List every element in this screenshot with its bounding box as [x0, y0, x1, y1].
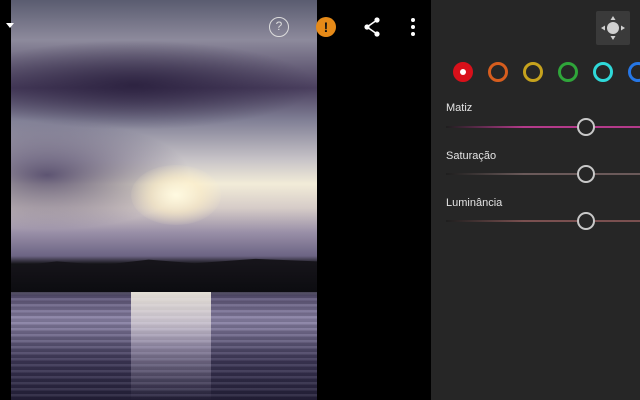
hue-slider-thumb[interactable] [576, 118, 595, 136]
sun-glow [131, 165, 221, 225]
hue-slider-track[interactable] [446, 126, 640, 128]
more-vert-icon [411, 18, 415, 36]
swatch-orange[interactable] [488, 62, 508, 82]
menu-caret-icon[interactable] [6, 23, 14, 28]
luminance-slider-thumb[interactable] [576, 212, 595, 230]
luminance-label: Luminância [446, 197, 503, 209]
share-button[interactable] [360, 15, 384, 39]
tree-horizon [11, 258, 317, 292]
luminance-slider-track[interactable] [446, 220, 640, 222]
target-adjust-icon [601, 16, 625, 40]
sunset-lake-photo[interactable] [11, 0, 317, 400]
swatch-yellow[interactable] [523, 62, 543, 82]
swatch-red[interactable] [453, 62, 473, 82]
help-icon: ? [269, 17, 289, 37]
share-icon [364, 17, 380, 37]
swatch-green[interactable] [558, 62, 578, 82]
saturation-label: Saturação [446, 150, 497, 162]
warning-button[interactable]: ! [314, 15, 338, 39]
saturation-slider-thumb[interactable] [576, 165, 595, 183]
hue-label: Matiz [446, 102, 473, 114]
warning-icon: ! [316, 17, 336, 37]
dark-cloud [11, 40, 317, 130]
target-adjust-button[interactable] [596, 11, 630, 45]
saturation-slider-track[interactable] [446, 173, 640, 175]
more-options-button[interactable] [401, 15, 425, 39]
photo-canvas[interactable] [0, 0, 432, 400]
swatch-aqua[interactable] [593, 62, 613, 82]
sun-reflection [131, 292, 211, 400]
help-button[interactable]: ? [267, 15, 291, 39]
